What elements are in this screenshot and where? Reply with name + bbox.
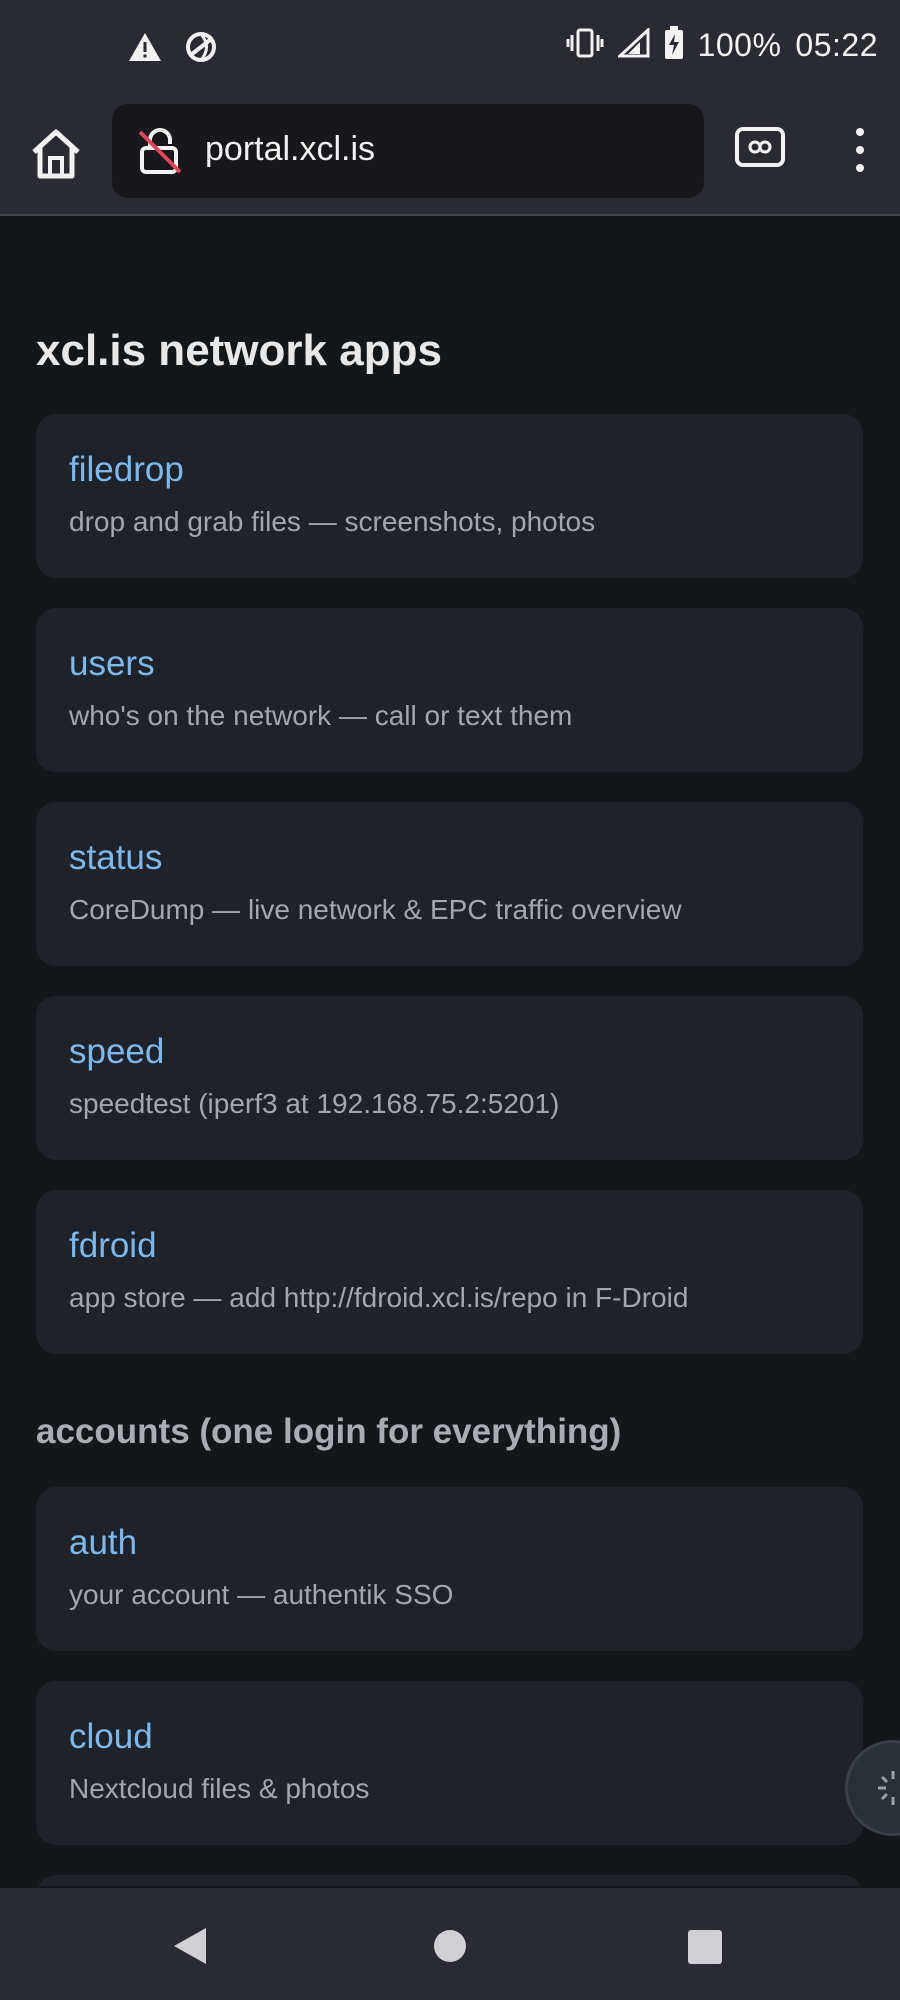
vibrate-icon <box>566 27 604 64</box>
next-card-partial[interactable] <box>36 1875 863 1886</box>
app-description: app store — add http://fdroid.xcl.is/rep… <box>69 1282 689 1313</box>
home-button[interactable] <box>28 126 84 182</box>
more-vert-icon <box>848 128 872 178</box>
account-card-auth[interactable]: auth your account — authentik SSO <box>36 1487 863 1651</box>
tabs-icon <box>735 127 785 171</box>
app-card-filedrop[interactable]: filedrop drop and grab files — screensho… <box>36 414 863 578</box>
account-description: Nextcloud files & photos <box>69 1773 370 1804</box>
status-bar: 100% 05:22 <box>0 0 900 96</box>
app-card-speed[interactable]: speed speedtest (iperf3 at 192.168.75.2:… <box>36 996 863 1160</box>
recents-icon[interactable] <box>688 1930 722 1964</box>
app-link[interactable]: speed <box>69 1032 164 1072</box>
account-link[interactable]: auth <box>69 1523 137 1563</box>
account-description: your account — authentik SSO <box>69 1579 454 1610</box>
battery-charging-icon <box>664 26 684 65</box>
app-description: CoreDump — live network & EPC traffic ov… <box>69 894 682 925</box>
clock: 05:22 <box>795 27 878 63</box>
account-card-cloud[interactable]: cloud Nextcloud files & photos <box>36 1681 863 1845</box>
tabs-button[interactable] <box>735 127 785 167</box>
url-text[interactable]: portal.xcl.is <box>205 130 375 169</box>
app-card-users[interactable]: users who's on the network — call or tex… <box>36 608 863 772</box>
page-content: xcl.is network apps filedrop drop and gr… <box>0 216 900 1886</box>
more-menu-button[interactable] <box>848 126 872 174</box>
account-link[interactable]: cloud <box>69 1717 153 1757</box>
battery-percent: 100% <box>697 27 782 63</box>
app-link[interactable]: fdroid <box>69 1226 157 1266</box>
signal-icon <box>615 26 650 63</box>
system-nav-bar <box>0 1888 900 2000</box>
app-description: drop and grab files — screenshots, photo… <box>69 506 596 537</box>
page-title: xcl.is network apps <box>36 326 442 375</box>
app-card-fdroid[interactable]: fdroid app store — add http://fdroid.xcl… <box>36 1190 863 1354</box>
app-description: speedtest (iperf3 at 192.168.75.2:5201) <box>69 1088 560 1119</box>
sync-icon <box>184 30 218 69</box>
app-link[interactable]: users <box>69 644 155 684</box>
loading-spinner-icon <box>876 1769 900 1812</box>
back-icon[interactable] <box>170 1926 208 1971</box>
accounts-section-title: accounts (one login for everything) <box>36 1412 622 1451</box>
browser-toolbar: portal.xcl.is <box>0 96 900 216</box>
home-nav-icon[interactable] <box>434 1930 466 1962</box>
url-bar[interactable]: portal.xcl.is <box>112 104 704 198</box>
app-link[interactable]: filedrop <box>69 450 184 490</box>
app-card-status[interactable]: status CoreDump — live network & EPC tra… <box>36 802 863 966</box>
app-link[interactable]: status <box>69 838 162 878</box>
not-secure-lock-icon[interactable] <box>136 126 184 176</box>
warning-icon <box>128 31 162 68</box>
home-icon <box>28 129 84 186</box>
app-description: who's on the network — call or text them <box>69 700 573 731</box>
